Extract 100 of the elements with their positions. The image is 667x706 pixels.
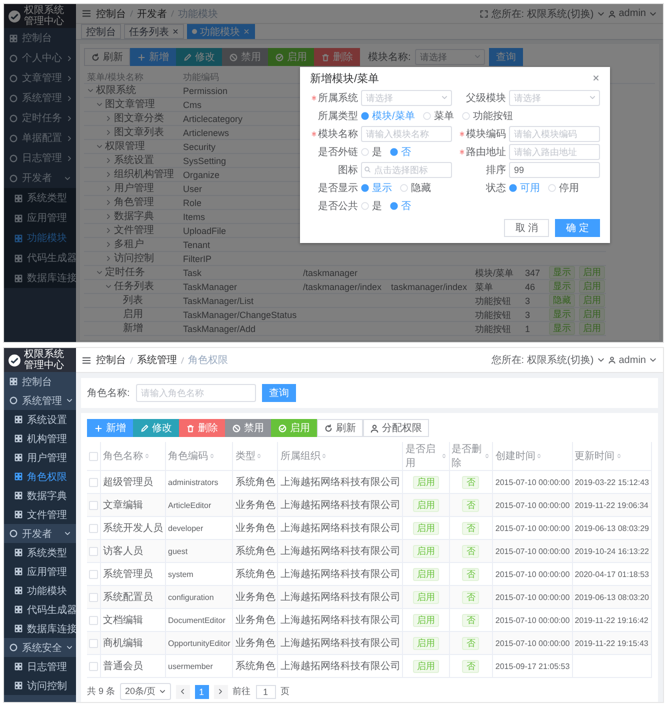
tab[interactable]: 控制台 (81, 24, 121, 39)
checkbox[interactable] (89, 638, 98, 648)
primary-button[interactable]: 确 定 (555, 219, 600, 237)
checkbox[interactable] (89, 592, 98, 602)
system-switch-link[interactable]: 权限系统(切换) (527, 6, 594, 20)
sort-icon[interactable] (616, 453, 622, 459)
chevron-down-icon[interactable] (105, 283, 112, 290)
system-switch-link[interactable]: 权限系统(切换) (527, 353, 594, 367)
delete-button[interactable]: 删除 (179, 419, 225, 437)
radio-option[interactable]: 功能按钮 (462, 109, 513, 123)
menu-item[interactable]: 功能模块 (4, 228, 76, 248)
menu-item[interactable]: 系统设置 (4, 410, 76, 429)
chevron-right-icon[interactable] (105, 199, 112, 206)
add-button[interactable]: 新增 (130, 48, 176, 66)
menu-item[interactable]: 数据库连接 (4, 619, 76, 638)
sort-icon[interactable] (536, 453, 542, 459)
refresh-button[interactable]: 刷新 (317, 419, 363, 437)
chevron-down-icon[interactable] (96, 143, 103, 150)
chevron-down-icon[interactable] (96, 101, 103, 108)
radio-option[interactable]: 是 (361, 199, 382, 213)
chevron-right-icon[interactable] (105, 227, 112, 234)
radio-option[interactable]: 停用 (548, 181, 579, 195)
menu-item[interactable]: 应用管理 (4, 562, 76, 581)
select-field[interactable]: 请选择 (414, 49, 485, 65)
menu-item[interactable]: 文件管理 (4, 505, 76, 524)
chevron-down-icon[interactable] (96, 269, 103, 276)
radio-option[interactable]: 否 (390, 145, 411, 159)
page-input[interactable]: 1 (256, 684, 276, 698)
tab[interactable]: 功能模块 (187, 24, 255, 39)
checkbox[interactable] (89, 570, 98, 578)
chevron-right-icon[interactable] (105, 129, 112, 136)
breadcrumb-item[interactable]: 控制台 (96, 353, 126, 367)
radio-option[interactable]: 菜单 (422, 109, 454, 123)
chevron-right-icon[interactable] (105, 115, 112, 122)
menu-group[interactable]: 开发者 (4, 168, 76, 188)
chevron-right-icon[interactable] (105, 213, 112, 220)
enable-button[interactable]: 启用 (271, 419, 317, 437)
cancel-button[interactable]: 取 消 (504, 219, 550, 237)
radio-option[interactable]: 否 (390, 199, 411, 213)
text-field[interactable]: 请输入角色名称 (136, 384, 256, 402)
user-name[interactable]: admin (618, 8, 646, 19)
menu-item[interactable]: 日志管理 (4, 657, 76, 676)
disable-button[interactable]: 禁用 (225, 419, 271, 437)
menu-group[interactable]: 个人中心 (4, 48, 76, 68)
close-icon[interactable] (592, 74, 600, 82)
checkbox[interactable] (89, 662, 98, 670)
sort-icon[interactable] (144, 453, 150, 459)
menu-group[interactable]: 系统管理 (4, 88, 76, 108)
menu-item[interactable]: 系统类型 (4, 543, 76, 562)
tab[interactable]: 任务列表 (124, 24, 184, 39)
add-button[interactable]: 新增 (87, 419, 133, 437)
sort-icon[interactable] (484, 453, 490, 459)
delete-button[interactable]: 删除 (314, 48, 360, 66)
menu-item[interactable]: 用户管理 (4, 448, 76, 467)
menu-icon[interactable] (82, 9, 91, 18)
menu-item[interactable]: 控制台 (4, 372, 76, 391)
menu-item[interactable]: 系统类型 (4, 188, 76, 208)
checkbox[interactable] (89, 524, 98, 532)
menu-item[interactable]: 代码生成器 (4, 600, 76, 619)
radio-option[interactable]: 显示 (361, 181, 392, 195)
menu-item[interactable]: 数据字典 (4, 486, 76, 505)
menu-item[interactable]: 角色权限 (4, 467, 76, 486)
sort-icon[interactable] (209, 453, 215, 459)
text-field[interactable]: 请输入模块编码 (509, 126, 600, 142)
menu-item[interactable]: 应用管理 (4, 208, 76, 228)
refresh-button[interactable]: 刷新 (84, 48, 130, 66)
text-field[interactable]: 请输入路由地址 (509, 144, 600, 160)
menu-item[interactable]: 访问控制 (4, 676, 76, 695)
menu-group[interactable]: 开发者 (4, 524, 76, 543)
chevron-right-icon[interactable] (105, 171, 112, 178)
edit-button[interactable]: 修改 (133, 419, 179, 437)
chevron-right-icon[interactable] (105, 255, 112, 262)
sort-icon[interactable] (440, 453, 447, 459)
radio-option[interactable]: 模块/菜单 (361, 109, 415, 123)
menu-group[interactable]: 定时任务 (4, 108, 76, 128)
next-page-button[interactable] (214, 684, 228, 698)
radio-option[interactable]: 是 (361, 145, 382, 159)
checkbox[interactable] (89, 452, 98, 460)
chevron-right-icon[interactable] (105, 157, 112, 164)
menu-group[interactable]: 系统管理 (4, 391, 76, 410)
checkbox[interactable] (89, 546, 98, 556)
page-button[interactable]: 1 (194, 684, 209, 698)
sort-icon[interactable] (321, 453, 328, 459)
menu-item[interactable]: 控制台 (4, 28, 76, 48)
breadcrumb-item[interactable]: 控制台 (96, 6, 126, 20)
breadcrumb-item[interactable]: 开发者 (137, 6, 167, 20)
breadcrumb-item[interactable]: 系统管理 (137, 353, 177, 367)
prev-page-button[interactable] (176, 684, 190, 698)
menu-group[interactable]: 文章管理 (4, 68, 76, 88)
menu-group[interactable]: 日志管理 (4, 148, 76, 168)
icon-picker-field[interactable]: 点击选择图标 (361, 162, 452, 178)
chevron-right-icon[interactable] (105, 241, 112, 248)
page-size-select[interactable]: 20条/页 (120, 683, 171, 700)
text-field[interactable]: 请输入模块名称 (361, 126, 452, 142)
checkbox[interactable] (89, 616, 98, 624)
radio-option[interactable]: 隐藏 (400, 181, 431, 195)
chevron-right-icon[interactable] (105, 185, 112, 192)
menu-item[interactable]: 数据库连接 (4, 268, 76, 288)
user-name[interactable]: admin (618, 354, 646, 366)
select-field[interactable]: 请选择 (509, 90, 600, 106)
